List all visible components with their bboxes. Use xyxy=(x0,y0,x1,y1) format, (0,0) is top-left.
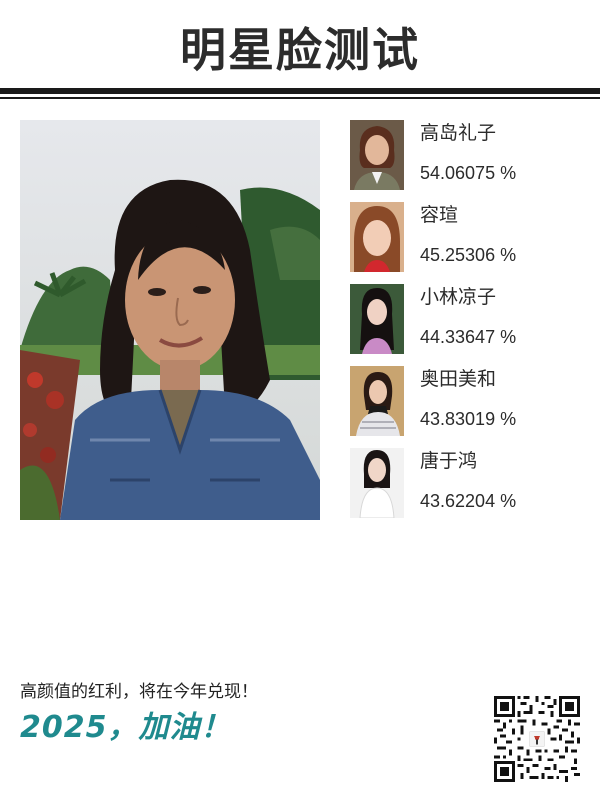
match-item[interactable]: 高岛礼子 54.06075 % xyxy=(350,120,590,202)
uploaded-photo[interactable] xyxy=(20,120,320,520)
cheer-text: 2025，加油！ xyxy=(20,710,232,745)
match-score: 45.25306 % xyxy=(420,245,517,265)
match-name: 奥田美和 xyxy=(420,368,497,390)
match-item[interactable]: 容瑄 45.25306 % xyxy=(350,202,590,284)
header-divider-thick xyxy=(0,88,600,94)
match-name: 高岛礼子 xyxy=(420,122,497,144)
match-thumbnail xyxy=(350,202,404,272)
slogan-text: 高颜值的红利，将在今年兑现！ xyxy=(20,682,258,702)
match-score: 54.06075 % xyxy=(420,163,517,183)
match-name: 小林凉子 xyxy=(420,286,497,308)
match-item[interactable]: 小林凉子 44.33647 % xyxy=(350,284,590,366)
match-thumbnail xyxy=(350,366,404,436)
match-score: 43.83019 % xyxy=(420,409,517,429)
match-results-list: 高岛礼子 54.06075 % 容瑄 45.25306 % 小林凉子 44.33… xyxy=(350,120,590,530)
match-thumbnail xyxy=(350,120,404,190)
match-thumbnail xyxy=(350,448,404,518)
match-name: 容瑄 xyxy=(420,204,459,226)
portrait-photo xyxy=(20,120,320,520)
match-score: 43.62204 % xyxy=(420,491,517,511)
qr-code-icon[interactable] xyxy=(494,696,580,782)
match-item[interactable]: 奥田美和 43.83019 % xyxy=(350,366,590,448)
header-divider-thin xyxy=(0,97,600,99)
page: 明星脸测试 高岛礼子 54.06075 % 容瑄 45.25306 % 小林凉子… xyxy=(0,0,600,800)
match-thumbnail xyxy=(350,284,404,354)
match-score: 44.33647 % xyxy=(420,327,517,347)
match-item[interactable]: 唐于鸿 43.62204 % xyxy=(350,448,590,530)
match-name: 唐于鸿 xyxy=(420,450,478,472)
page-title: 明星脸测试 xyxy=(180,23,420,77)
